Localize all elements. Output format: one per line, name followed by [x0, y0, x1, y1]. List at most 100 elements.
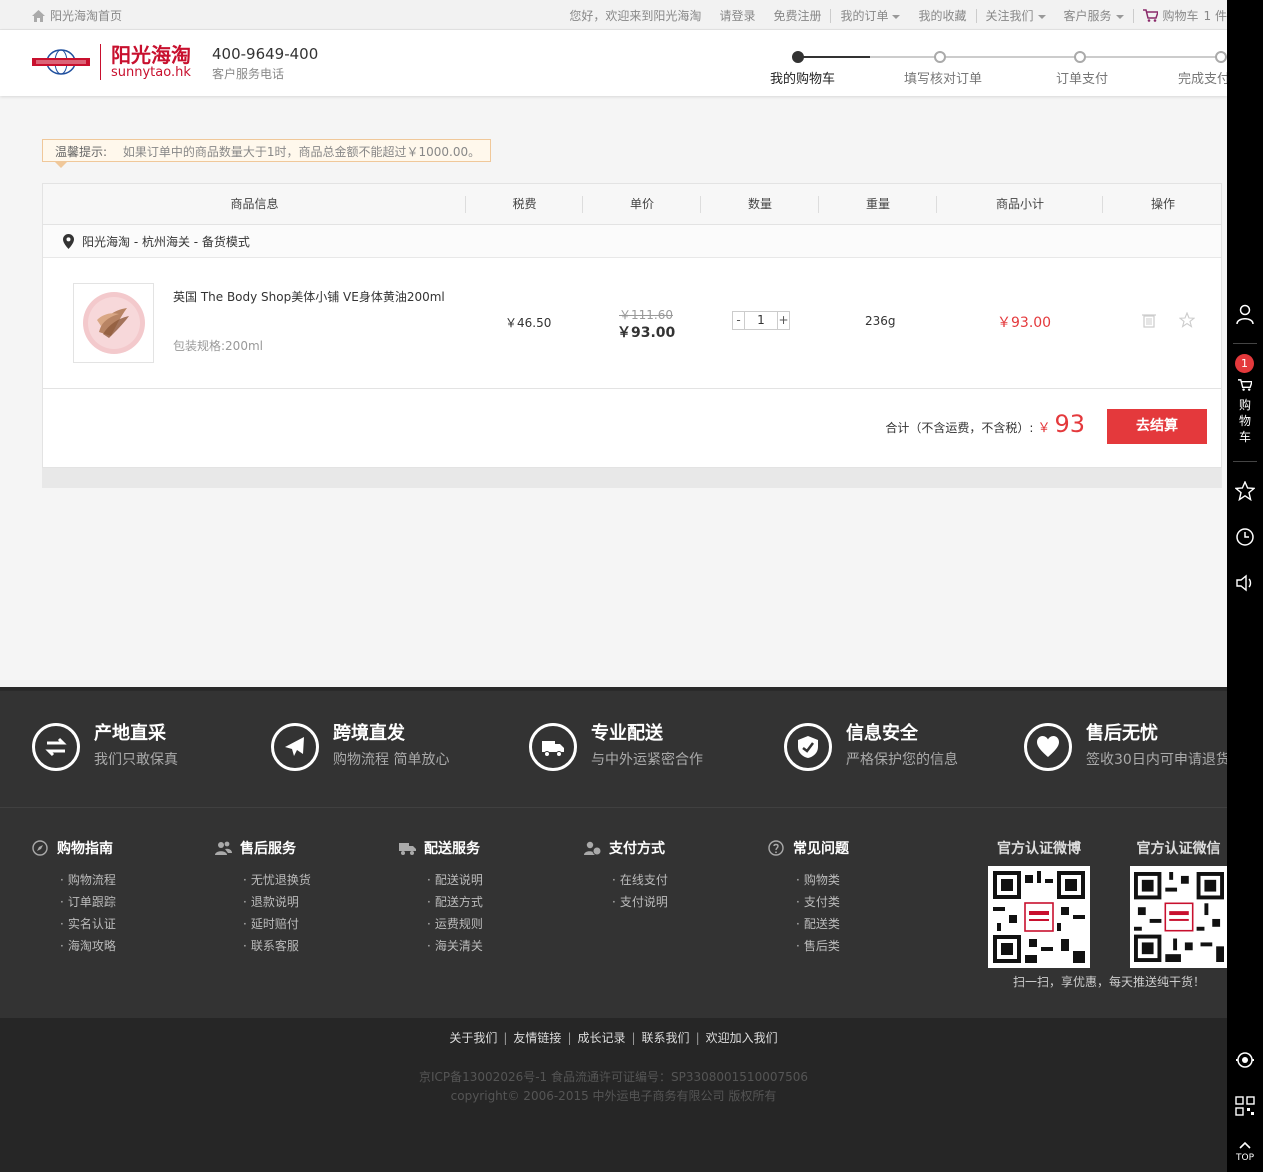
footer-link[interactable]: 退款说明 [243, 891, 311, 913]
footer-link[interactable]: 支付类 [796, 891, 849, 913]
footer-link[interactable]: 配送说明 [427, 869, 483, 891]
footer-nav-link[interactable]: 友情链接 [513, 1031, 561, 1045]
back-to-top-label: TOP [1235, 1153, 1254, 1163]
my-orders-menu[interactable]: 我的订单 [831, 7, 909, 24]
sinotrans-logo-icon [32, 49, 90, 75]
product-jar-icon [82, 292, 145, 354]
register-link[interactable]: 免费注册 [764, 7, 830, 24]
footer-nav-link[interactable]: 关于我们 [449, 1031, 497, 1045]
sidebar-sound[interactable] [1227, 573, 1263, 593]
divider [1233, 461, 1257, 462]
qr-code-icon [1235, 1096, 1255, 1116]
product-name-link[interactable]: 英国 The Body Shop美体小铺 VE身体黄油200ml [173, 288, 463, 305]
feature-desc: 我们只敢保真 [94, 752, 178, 768]
footer-link[interactable]: 购物流程 [60, 869, 116, 891]
sidebar-cart-label[interactable]: 购物车 [1227, 397, 1263, 445]
footer-link[interactable]: 海淘攻略 [60, 935, 116, 957]
tip-arrow [55, 162, 67, 168]
feature-title: 售后无忧 [1086, 723, 1158, 744]
footer-link[interactable]: 配送类 [796, 913, 849, 935]
favorites-link[interactable]: 我的收藏 [909, 7, 975, 24]
feature-desc: 与中外运紧密合作 [591, 752, 703, 768]
welcome-text: 您好，欢迎来到阳光海淘 [569, 9, 702, 23]
footer-col-payment: 支付方式 在线支付 支付说明 [584, 838, 668, 913]
total-label: 合计（不含运费，不含税）: [885, 421, 1034, 435]
sidebar-favorites[interactable] [1227, 481, 1263, 501]
tip-text: 如果订单中的商品数量大于1时，商品总金额不能超过￥1000.00。 [122, 145, 481, 159]
footer-link[interactable]: 联系客服 [243, 935, 311, 957]
footer-link[interactable]: 售后类 [796, 935, 849, 957]
footer-nav-link[interactable]: 成长记录 [577, 1031, 625, 1045]
feature-title: 信息安全 [846, 723, 918, 744]
divider: | [503, 1031, 508, 1045]
airplane-icon [271, 723, 319, 771]
step-dot-2 [934, 51, 946, 63]
sidebar-history[interactable] [1227, 527, 1263, 547]
feature-strip: 产地直采 我们只敢保真 跨境直发 购物流程 简单放心 专业配送 与中外运紧密合作 信息… [0, 687, 1230, 807]
footer-link[interactable]: 无忧退换货 [243, 869, 311, 891]
divider: | [567, 1031, 572, 1045]
col-header-label: 单价 [629, 197, 654, 211]
customer-service-menu[interactable]: 客户服务 [1055, 7, 1133, 24]
follow-us-menu[interactable]: 关注我们 [977, 7, 1055, 24]
top-cart-link[interactable]: 购物车 1 件 [1134, 7, 1227, 24]
feature-item: 产地直采 我们只敢保真 [32, 723, 178, 771]
footer-nav-link[interactable]: 欢迎加入我们 [706, 1031, 778, 1045]
footer-link[interactable]: 运费规则 [427, 913, 483, 935]
follow-us-label: 关注我们 [985, 9, 1034, 23]
step-dot-3 [1074, 51, 1086, 63]
footer-col-title: 售后服务 [240, 841, 296, 857]
cart-badge: 1 [1235, 354, 1254, 373]
site-logo[interactable]: 阳光海淘 sunnytao.hk [32, 44, 191, 80]
footer-link[interactable]: 延时赔付 [243, 913, 311, 935]
truck-icon [529, 723, 577, 771]
footer-link[interactable]: 购物类 [796, 869, 849, 891]
footer-col-delivery: 配送服务 配送说明 配送方式 运费规则 海关清关 [399, 838, 483, 957]
sidebar-qrcode[interactable] [1227, 1096, 1263, 1116]
step-line [798, 56, 870, 58]
divider [1233, 343, 1257, 344]
product-spec: 包装规格:200ml [173, 339, 263, 353]
logo-divider [100, 44, 101, 80]
shield-icon [784, 723, 832, 771]
divider: | [695, 1031, 700, 1045]
qr-wechat: 官方认证微信 [1130, 838, 1227, 968]
login-link[interactable]: 请登录 [710, 7, 764, 24]
col-header-tax: 税费 [466, 184, 583, 225]
qty-increase-button[interactable]: + [777, 311, 790, 330]
footer-link[interactable]: 配送方式 [427, 891, 483, 913]
footer-link[interactable]: 在线支付 [612, 869, 668, 891]
customer-service-label: 客户服务 [1063, 9, 1112, 23]
qty-decrease-button[interactable]: - [732, 311, 745, 330]
top-bar: 阳光海淘首页 您好，欢迎来到阳光海淘 请登录 免费注册 我的订单 我的收藏 关注… [0, 0, 1227, 30]
warm-tip: 温馨提示: 如果订单中的商品数量大于1时，商品总金额不能超过￥1000.00。 [42, 139, 491, 168]
quantity-stepper: - 1 + [732, 311, 790, 330]
qr-title: 官方认证微信 [1136, 841, 1221, 857]
row-actions [1141, 312, 1195, 328]
footer-link[interactable]: 海关清关 [427, 935, 483, 957]
footer-link[interactable]: 支付说明 [612, 891, 668, 913]
col-header-actions: 操作 [1103, 184, 1223, 225]
footer-link[interactable]: 实名认证 [60, 913, 116, 935]
footer-col-title: 配送服务 [424, 841, 480, 857]
sidebar-service[interactable] [1227, 1050, 1263, 1070]
step-dot-1 [792, 51, 804, 63]
home-link[interactable]: 阳光海淘首页 [32, 7, 122, 24]
qr-note: 扫一扫，享优惠，每天推送纯干货！ [1013, 975, 1206, 989]
trash-icon[interactable] [1141, 312, 1157, 328]
sidebar-cart[interactable] [1227, 378, 1263, 392]
star-icon[interactable] [1179, 312, 1195, 328]
footer-link[interactable]: 订单跟踪 [60, 891, 116, 913]
col-header-weight: 重量 [819, 184, 937, 225]
qty-input[interactable]: 1 [745, 311, 777, 330]
product-image[interactable] [73, 283, 154, 363]
sidebar-user[interactable] [1227, 304, 1263, 324]
hotline-label: 客户服务电话 [212, 67, 285, 81]
brand-block: 阳光海淘 sunnytao.hk [111, 44, 191, 80]
chevron-down-icon [1037, 14, 1046, 19]
copyright: copyright© 2006-2015 中外运电子商务有限公司 版权所有 [450, 1089, 777, 1103]
checkout-button[interactable]: 去结算 [1107, 409, 1207, 444]
step-label-3: 订单支付 [1056, 72, 1109, 87]
footer-nav-link[interactable]: 联系我们 [642, 1031, 690, 1045]
back-to-top-button[interactable] [1227, 1141, 1263, 1149]
